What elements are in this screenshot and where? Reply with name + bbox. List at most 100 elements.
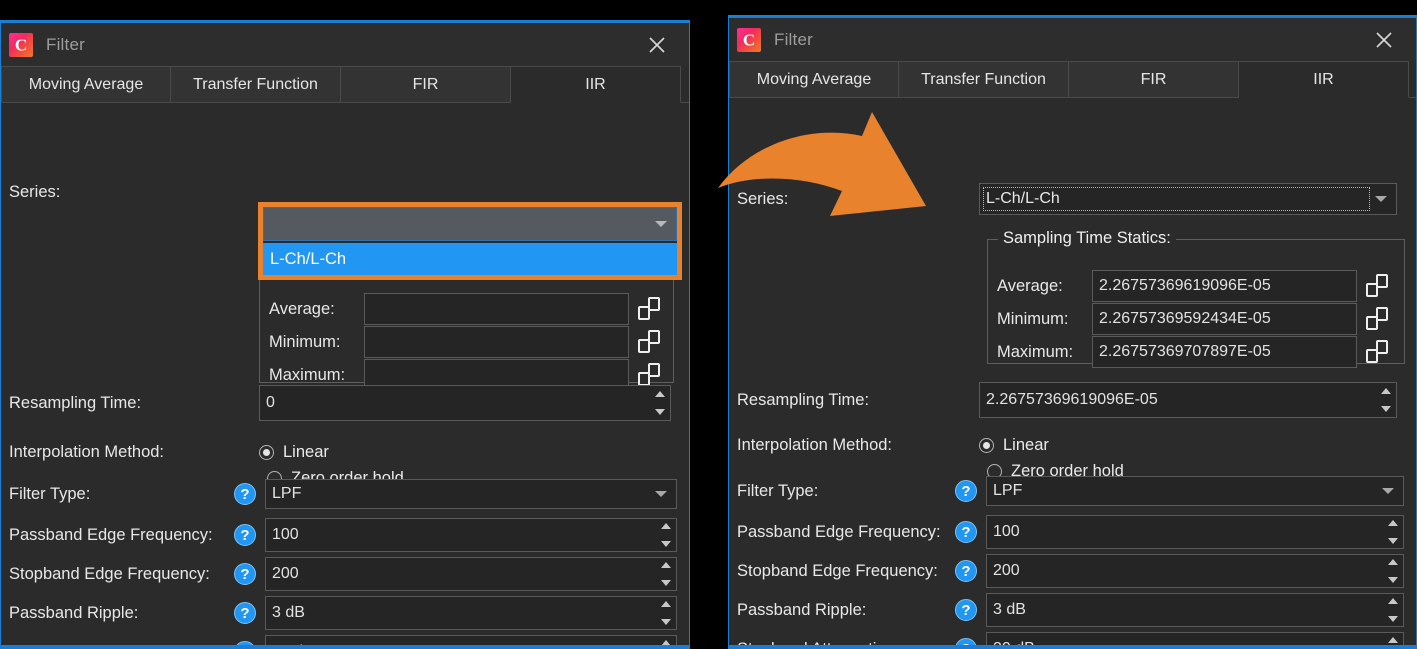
tab-moving-average[interactable]: Moving Average bbox=[1, 66, 171, 103]
help-icon[interactable]: ? bbox=[234, 563, 256, 585]
chevron-down-icon bbox=[655, 221, 667, 227]
tab-transfer-function[interactable]: Transfer Function bbox=[171, 66, 341, 103]
copy-icon[interactable] bbox=[638, 297, 660, 321]
average-field[interactable] bbox=[364, 293, 629, 325]
spinner-buttons[interactable] bbox=[1378, 388, 1393, 412]
series-combo[interactable]: L-Ch/L-Ch bbox=[979, 183, 1397, 215]
copy-icon[interactable] bbox=[638, 330, 660, 354]
minimum-label: Minimum: bbox=[269, 332, 341, 351]
copy-icon[interactable] bbox=[1366, 340, 1388, 364]
passband-edge-frequency-label: Passband Edge Frequency: bbox=[737, 522, 941, 541]
tab-bar: Moving Average Transfer Function FIR IIR bbox=[729, 61, 1416, 98]
passband-edge-frequency-label: Passband Edge Frequency: bbox=[9, 525, 213, 544]
stopband-edge-frequency-field[interactable]: 200 bbox=[986, 554, 1404, 588]
stopband-edge-frequency-label: Stopband Edge Frequency: bbox=[9, 564, 210, 583]
help-icon[interactable]: ? bbox=[955, 599, 977, 621]
help-icon[interactable]: ? bbox=[234, 483, 256, 505]
passband-edge-frequency-field[interactable]: 100 bbox=[986, 515, 1404, 549]
help-icon[interactable]: ? bbox=[955, 560, 977, 582]
filter-type-value: LPF bbox=[272, 485, 302, 502]
stopband-attenuation-label: Stopband Attenuation: bbox=[737, 639, 900, 649]
stopband-edge-frequency-value: 200 bbox=[993, 562, 1020, 579]
stopband-attenuation-field[interactable]: 30 dB bbox=[265, 635, 677, 645]
spinner-buttons[interactable] bbox=[1385, 598, 1400, 622]
stopband-edge-frequency-row: Stopband Edge Frequency: ? 200 bbox=[737, 554, 1409, 588]
stopband-attenuation-value: 30 dB bbox=[993, 640, 1035, 649]
radio-linear[interactable]: Linear bbox=[259, 443, 329, 462]
title-bar: Filter bbox=[729, 18, 1416, 61]
interpolation-method-row: Interpolation Method: Linear bbox=[737, 436, 1049, 455]
spinner-buttons[interactable] bbox=[652, 391, 667, 415]
series-value: L-Ch/L-Ch bbox=[986, 190, 1060, 207]
tab-label: Moving Average bbox=[756, 70, 872, 88]
maximum-row: Maximum: 2.26757369707897E-05 bbox=[997, 336, 1407, 368]
tab-transfer-function[interactable]: Transfer Function bbox=[899, 61, 1069, 98]
average-field[interactable]: 2.26757369619096E-05 bbox=[1092, 270, 1357, 302]
stopband-edge-frequency-value: 200 bbox=[272, 565, 299, 582]
series-dropdown-option[interactable]: L-Ch/L-Ch bbox=[263, 243, 677, 275]
resampling-time-field[interactable]: 2.26757369619096E-05 bbox=[979, 382, 1397, 418]
spinner-buttons[interactable] bbox=[1385, 559, 1400, 583]
radio-linear[interactable]: Linear bbox=[979, 436, 1049, 455]
maximum-field[interactable]: 2.26757369707897E-05 bbox=[1092, 336, 1357, 368]
sampling-group-title: Sampling Time Statics: bbox=[998, 229, 1176, 248]
tab-iir[interactable]: IIR bbox=[511, 66, 681, 103]
series-combo-open[interactable] bbox=[263, 207, 677, 241]
resampling-time-label: Resampling Time: bbox=[9, 393, 142, 412]
tab-label: Moving Average bbox=[28, 75, 144, 93]
close-icon[interactable] bbox=[643, 31, 671, 59]
help-icon[interactable]: ? bbox=[955, 480, 977, 502]
help-icon[interactable]: ? bbox=[955, 638, 977, 645]
resampling-time-value: 0 bbox=[266, 394, 275, 411]
filter-type-value: LPF bbox=[993, 482, 1023, 499]
passband-edge-frequency-row: Passband Edge Frequency: ? 100 bbox=[9, 518, 681, 552]
tab-fir[interactable]: FIR bbox=[341, 66, 511, 103]
stopband-edge-frequency-field[interactable]: 200 bbox=[265, 557, 677, 591]
tab-label: Transfer Function bbox=[921, 70, 1046, 88]
stopband-attenuation-field[interactable]: 30 dB bbox=[986, 632, 1404, 649]
copy-icon[interactable] bbox=[638, 363, 660, 387]
radio-linear-dot bbox=[259, 445, 274, 460]
interpolation-method-row: Interpolation Method: Linear bbox=[9, 443, 329, 462]
spinner-buttons[interactable] bbox=[658, 523, 673, 547]
copy-icon[interactable] bbox=[1366, 274, 1388, 298]
passband-ripple-field[interactable]: 3 dB bbox=[265, 596, 677, 630]
spinner-buttons[interactable] bbox=[1385, 637, 1400, 645]
tab-iir[interactable]: IIR bbox=[1239, 61, 1409, 98]
spinner-buttons[interactable] bbox=[658, 562, 673, 586]
passband-edge-frequency-value: 100 bbox=[272, 526, 299, 543]
tab-moving-average[interactable]: Moving Average bbox=[729, 61, 899, 98]
passband-ripple-field[interactable]: 3 dB bbox=[986, 593, 1404, 627]
help-icon[interactable]: ? bbox=[234, 602, 256, 624]
stopband-attenuation-row: Stopband Attenuation: ? 30 dB bbox=[9, 635, 681, 645]
passband-edge-frequency-field[interactable]: 100 bbox=[265, 518, 677, 552]
spinner-buttons[interactable] bbox=[658, 601, 673, 625]
series-row: Series: bbox=[9, 183, 60, 202]
help-icon[interactable]: ? bbox=[234, 524, 256, 546]
average-label: Average: bbox=[997, 276, 1063, 295]
resampling-time-field[interactable]: 0 bbox=[259, 385, 671, 421]
chevron-down-icon bbox=[1382, 488, 1394, 494]
spinner-buttons[interactable] bbox=[658, 640, 673, 645]
filter-type-combo[interactable]: LPF bbox=[265, 479, 677, 509]
passband-ripple-label: Passband Ripple: bbox=[737, 600, 867, 619]
average-row: Average: bbox=[269, 293, 669, 325]
help-icon[interactable]: ? bbox=[955, 521, 977, 543]
copy-icon[interactable] bbox=[1366, 307, 1388, 331]
filter-type-label: Filter Type: bbox=[9, 484, 91, 503]
filter-dialog-after: Filter Moving Average Transfer Function … bbox=[728, 15, 1417, 649]
tab-label: IIR bbox=[585, 75, 606, 93]
help-icon[interactable]: ? bbox=[234, 641, 256, 645]
passband-edge-frequency-value: 100 bbox=[993, 523, 1020, 540]
tab-bar: Moving Average Transfer Function FIR IIR bbox=[1, 66, 689, 103]
series-label: Series: bbox=[9, 183, 61, 201]
minimum-field[interactable]: 2.26757369592434E-05 bbox=[1092, 303, 1357, 335]
filter-type-combo[interactable]: LPF bbox=[986, 476, 1404, 506]
resampling-time-row: Resampling Time: 2.26757369619096E-05 bbox=[737, 382, 1409, 418]
window-title: Filter bbox=[774, 29, 813, 49]
close-icon[interactable] bbox=[1370, 26, 1398, 54]
minimum-field[interactable] bbox=[364, 326, 629, 358]
spinner-buttons[interactable] bbox=[1385, 520, 1400, 544]
tab-label: FIR bbox=[1140, 70, 1167, 88]
tab-fir[interactable]: FIR bbox=[1069, 61, 1239, 98]
